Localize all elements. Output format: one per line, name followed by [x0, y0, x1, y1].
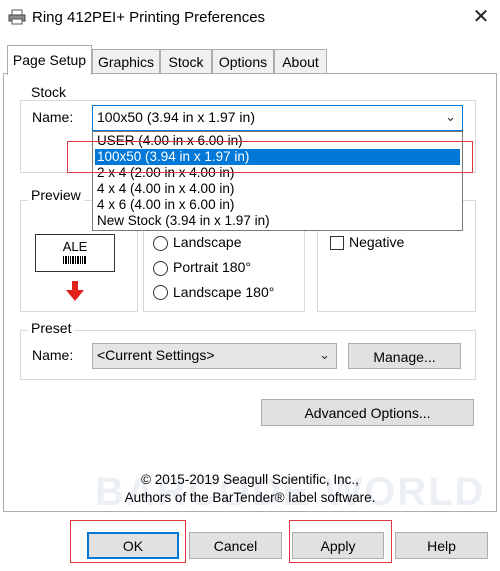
radio-portrait-180-label: Portrait 180°	[173, 259, 251, 275]
tab-options[interactable]: Options	[212, 49, 274, 73]
close-button[interactable]: ✕	[470, 6, 492, 28]
highlight-ok	[70, 520, 186, 563]
radio-landscape-180[interactable]	[153, 285, 168, 300]
label-preview-text: ALE	[62, 239, 88, 254]
preset-value: <Current Settings>	[97, 347, 215, 363]
preset-combo[interactable]: <Current Settings> ⌄	[92, 343, 337, 369]
label-preview: ALE	[35, 234, 115, 272]
negative-label: Negative	[349, 234, 405, 250]
cancel-button[interactable]: Cancel	[189, 532, 282, 559]
stock-option-4x4[interactable]: 4 x 4 (4.00 in x 4.00 in)	[95, 181, 460, 197]
copyright-line-2: Authors of the BarTender® label software…	[124, 490, 376, 505]
preset-group-label: Preset	[28, 320, 75, 336]
highlight-selected-stock	[67, 141, 473, 173]
arrow-down-icon	[66, 281, 84, 301]
tab-graphics[interactable]: Graphics	[92, 49, 160, 73]
window-title: Ring 412PEI+ Printing Preferences	[32, 9, 266, 26]
printer-icon	[8, 9, 26, 25]
barcode-icon	[63, 256, 86, 264]
copyright-line-1: © 2015-2019 Seagull Scientific, Inc.,	[141, 472, 359, 487]
radio-landscape[interactable]	[153, 236, 168, 251]
help-button[interactable]: Help	[395, 532, 488, 559]
preset-name-label: Name:	[32, 347, 74, 363]
chevron-down-icon[interactable]: ⌄	[445, 106, 456, 128]
preview-group-label: Preview	[28, 187, 84, 203]
stock-selected-value: 100x50 (3.94 in x 1.97 in)	[97, 109, 255, 125]
advanced-options-button[interactable]: Advanced Options...	[261, 399, 474, 426]
stock-option-new-stock[interactable]: New Stock (3.94 in x 1.97 in)	[95, 213, 460, 229]
tab-about[interactable]: About	[274, 49, 327, 73]
manage-button[interactable]: Manage...	[348, 343, 461, 369]
highlight-apply	[289, 520, 392, 563]
stock-option-4x6[interactable]: 4 x 6 (4.00 in x 6.00 in)	[95, 197, 460, 213]
radio-landscape-180-label: Landscape 180°	[173, 284, 275, 300]
tab-page-setup[interactable]: Page Setup	[7, 45, 92, 75]
stock-name-combo[interactable]: 100x50 (3.94 in x 1.97 in) ⌄	[92, 105, 463, 131]
stock-group-label: Stock	[28, 84, 70, 100]
radio-landscape-label: Landscape	[173, 234, 242, 250]
radio-portrait-180[interactable]	[153, 261, 168, 276]
chevron-down-icon[interactable]: ⌄	[319, 344, 330, 366]
tab-stock[interactable]: Stock	[160, 49, 212, 73]
stock-name-label: Name:	[32, 109, 74, 125]
negative-checkbox[interactable]	[330, 236, 344, 250]
